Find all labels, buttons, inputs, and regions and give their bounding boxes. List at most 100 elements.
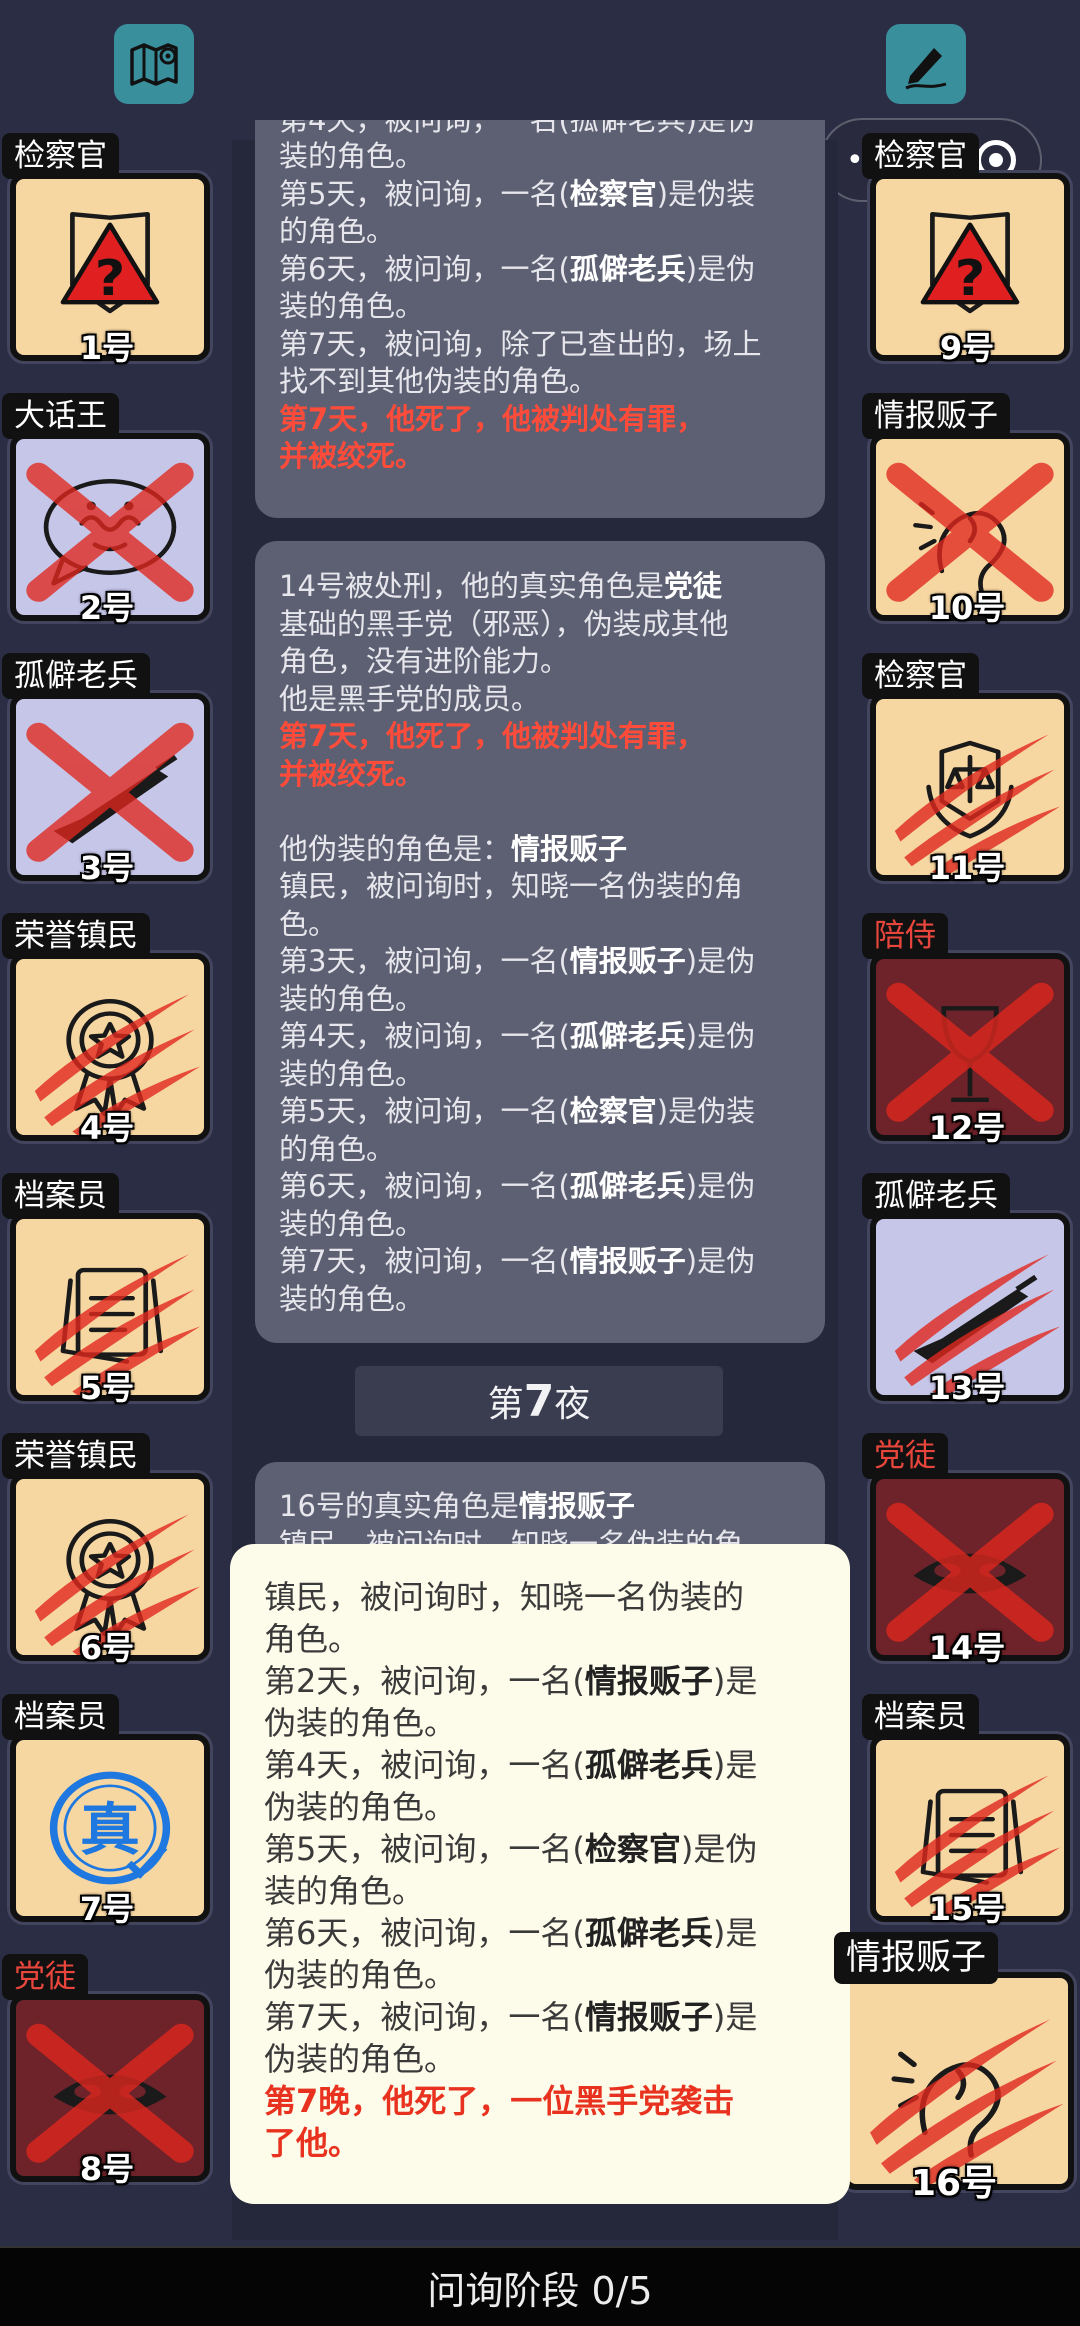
phase-bar: 问询阶段 0/5 [0,2246,1080,2326]
text-line: 装的角色。 [279,981,801,1019]
text-line: 第5天，被问询，一名(检察官)是伪装 [279,176,801,214]
text-line: 找不到其他伪装的角色。 [279,363,801,401]
edit-notes-button[interactable] [886,24,966,104]
text-line: 第7天，被问询，一名(情报贩子)是伪 [279,1243,801,1281]
player-card[interactable]: 真 档案员 7号 [2,1694,212,1932]
text-segment: )是伪装 [656,1094,756,1128]
role-name-highlight: 孤僻老兵 [569,1169,686,1203]
role-info-popup[interactable]: 镇民，被问询时，知晓一名伪装的 角色。 第2天，被问询，一名(情报贩子)是伪装的角色… [230,1544,850,2204]
role-name-highlight: 孤僻老兵 [584,1746,713,1784]
player-card[interactable]: 大话王 2号 [2,393,212,631]
role-label: 荣誉镇民 [2,913,150,959]
night-suffix: 夜 [554,1384,591,1425]
role-name-highlight: 情报贩子 [584,1662,713,1700]
svg-text:?: ? [955,251,986,308]
text-segment: 装的角色。 [279,1206,425,1241]
role-name-highlight: 情报贩子 [518,1489,635,1523]
role-label: 孤僻老兵 [862,1173,1010,1219]
text-line: 色。 [279,906,801,944]
player-number: 7号 [79,1890,135,1928]
text-segment: 色。 [279,906,338,941]
text-segment: 伪装的角色。 [264,2040,457,2078]
text-segment: )是伪 [685,1169,756,1203]
text-segment: 第6天，被问询，一名( [279,251,570,286]
role-name-highlight: 情报贩子 [584,1998,713,2036]
phase-label: 问询阶段 0/5 [427,2268,653,2313]
player-card[interactable]: 检察官 11号 [862,653,1072,891]
text-segment: )是伪 [685,944,756,978]
player-card[interactable]: 情报贩子 10号 [862,393,1072,631]
text-segment: 装的角色。 [264,1872,425,1910]
player-card[interactable]: ? 检察官 9号 [862,133,1072,371]
text-line: 基础的黑手党（邪恶），伪装成其他 [279,606,801,644]
role-label: 检察官 [2,133,119,179]
text-line: 伪装的角色。 [264,1954,818,1996]
text-segment: 的角色。 [279,214,396,248]
role-label: 档案员 [862,1694,979,1740]
player-number: 14号 [928,1629,1006,1667]
role-label: 检察官 [862,133,979,179]
player-number: 8号 [79,2150,135,2188]
night-prefix: 第 [487,1384,524,1425]
text-line: 他是黑手党的成员。 [279,681,801,719]
text-line: 装的角色。 [279,1056,801,1094]
map-button[interactable] [114,24,194,104]
text-segment: 角色。 [264,1620,361,1658]
player-number: 1号 [79,329,135,367]
role-label: 荣誉镇民 [2,1433,150,1479]
text-line: 装的角色。 [264,1870,818,1912]
player-number: 5号 [79,1369,135,1407]
text-line: 第4天，被问询，一名(孤僻老兵)是伪 [279,1018,801,1056]
text-line: 装的角色。 [279,138,801,176]
text-segment: 伪装的角色。 [264,1956,457,1994]
player-card[interactable]: 党徒 14号 [862,1433,1072,1671]
text-segment: 装的角色。 [279,139,425,173]
role-name-highlight: 党徒 [663,569,722,603]
player-card[interactable]: 荣誉镇民 4号 [2,913,212,1151]
death-notice: 了他。 [264,2124,361,2162]
text-line: 第5天，被问询，一名(检察官)是伪装 [279,1093,801,1131]
text-line: 第6天，被问询，一名(孤僻老兵)是伪 [279,1168,801,1206]
message-card-2: 14号被处刑，他的真实角色是党徒 基础的黑手党（邪恶），伪装成其他 角色，没有进阶能… [255,541,825,1343]
player-card[interactable]: 荣誉镇民 6号 [2,1433,212,1671]
text-line: 第4天，被问询，一名(孤僻老兵)是 [264,1744,818,1786]
player-number: 11号 [928,849,1006,887]
text-segment: 基础的黑手党（邪恶），伪装成其他 [279,606,729,641]
player-card[interactable]: 党徒 8号 [2,1954,212,2192]
role-name-highlight: 情报贩子 [569,944,686,978]
role-name-highlight: 检察官 [584,1830,681,1868]
text-line: 镇民，被问询时，知晓一名伪装的 [264,1576,818,1618]
death-notice: 第7天，他死了，他被判处有罪， [279,401,706,436]
player-card[interactable]: 档案员 5号 [2,1173,212,1411]
text-segment: 第3天，被问询，一名( [279,944,570,978]
role-label: 大话王 [2,393,119,439]
text-segment: 第4天，被问询，一名( [264,1746,585,1784]
text-segment: 第6天，被问询，一名( [264,1914,585,1952]
text-line: 镇民，被问询时，知晓一名伪装的角 [279,868,801,906]
text-line: 第5天，被问询，一名(检察官)是伪 [264,1828,818,1870]
player-number: 13号 [928,1369,1006,1407]
text-line: 第7天，被问询，除了已查出的，场上 [279,326,801,364]
text-segment: 第4天，被问询，一名( [279,1019,570,1053]
player-card[interactable]: 孤僻老兵 13号 [862,1173,1072,1411]
player-card[interactable]: ? 检察官 1号 [2,133,212,371]
text-segment: )是 [712,1914,758,1952]
death-notice: 第7天，他死了，他被判处有罪， [279,719,706,753]
text-line: 装的角色。 [279,1206,801,1244]
player-number: 2号 [79,589,135,627]
player-card[interactable]: 档案员 15号 [862,1694,1072,1932]
text-segment: 第5天，被问询，一名( [279,176,570,211]
text-line: 第3天，被问询，一名(情报贩子)是伪 [279,943,801,981]
player-card[interactable]: 情报贩子 16号 [834,1932,1074,2204]
text-segment: 第7天，被问询，除了已查出的，场上 [279,326,762,361]
text-line: 第7天，被问询，一名(情报贩子)是 [264,1996,818,2038]
text-line: 他伪装的角色是：情报贩子 [279,831,801,869]
map-icon [130,43,178,86]
text-segment: )是 [712,1662,758,1700]
text-line: 第2天，被问询，一名(情报贩子)是 [264,1660,818,1702]
player-card[interactable]: 陪侍 12号 [862,913,1072,1151]
player-number: 4号 [79,1109,135,1147]
player-card[interactable]: 孤僻老兵 3号 [2,653,212,891]
death-notice: 并被绞死。 [279,439,425,473]
role-label: 党徒 [862,1433,948,1479]
